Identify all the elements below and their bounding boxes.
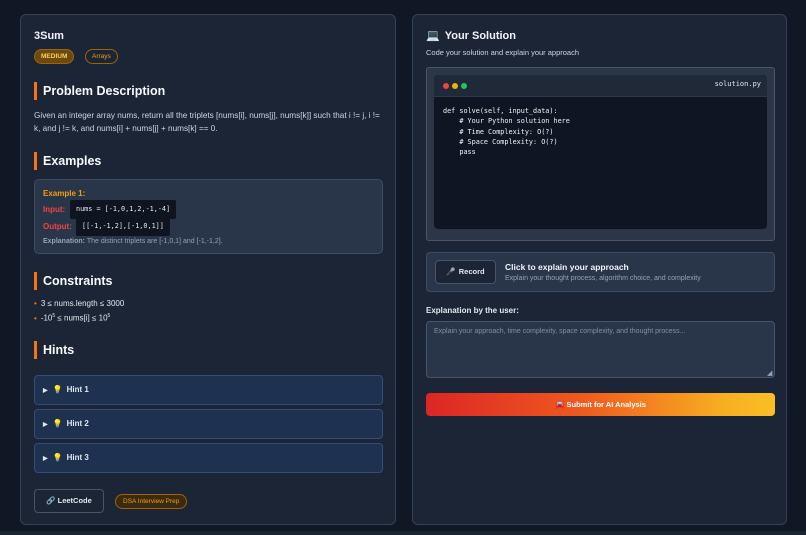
examples-heading: Examples [34,152,101,170]
window-close-dot [443,83,449,89]
leetcode-link-button[interactable]: 🔗 LeetCode [34,489,104,513]
voice-record-panel: 🎤 Record Click to explain your approach E… [426,252,775,292]
lightbulb-icon: 💡 [52,385,63,394]
example-title: Example 1: [43,189,86,198]
bottom-divider [0,531,806,535]
solution-title: 💻 Your Solution [426,30,516,42]
window-minimize-dot [452,83,458,89]
code-editor-frame: solution.py def solve(self, input_data):… [426,67,775,241]
lightbulb-icon: 💡 [52,419,63,428]
code-editor[interactable]: solution.py def solve(self, input_data):… [434,75,767,229]
resize-grip-icon[interactable]: ◢ [767,370,772,377]
link-icon: 🔗 [46,496,56,505]
record-subtitle: Explain your thought process, algorithm … [505,275,701,282]
mic-icon: 🎤 [446,267,456,276]
source-tag: DSA Interview Prep [115,494,188,509]
example-card: Example 1: Input: nums = [-1,0,1,2,-1,-4… [34,179,383,254]
problem-panel: 3Sum MEDIUM Arrays Problem Description G… [20,14,396,525]
solution-panel: 💻 Your Solution Code your solution and ex… [412,14,787,525]
constraint-item: • 3 ≤ nums.length ≤ 3000 [34,299,125,308]
example-output-label: Output: [43,222,72,231]
example-output-code: [[-1,-1,2],[-1,0,1]] [76,217,170,236]
constraints-heading: Constraints [34,272,112,290]
lightbulb-icon: 💡 [52,453,63,462]
hint-toggle-2[interactable]: ▶ 💡 Hint 2 [34,409,383,439]
record-button[interactable]: 🎤 Record [435,260,496,284]
window-maximize-dot [461,83,467,89]
caret-right-icon: ▶ [43,456,48,462]
problem-title: 3Sum [34,30,64,42]
difficulty-badge: MEDIUM [34,49,75,64]
submit-analysis-button[interactable]: 🚘 Submit for AI Analysis [426,393,775,416]
hint-toggle-3[interactable]: ▶ 💡 Hint 3 [34,443,383,473]
caret-right-icon: ▶ [43,388,48,394]
description-heading: Problem Description [34,82,165,100]
code-content[interactable]: def solve(self, input_data): # Your Pyth… [443,106,570,157]
hint-toggle-1[interactable]: ▶ 💡 Hint 1 [34,375,383,405]
example-input-label: Input: [43,205,66,214]
record-title: Click to explain your approach [505,262,629,272]
example-explanation: Explanation: The distinct triplets are [… [43,238,223,245]
laptop-icon: 💻 [426,30,440,42]
problem-description: Given an integer array nums, return all … [34,111,380,133]
caret-right-icon: ▶ [43,422,48,428]
explanation-textarea[interactable] [426,321,775,378]
editor-filename: solution.py [714,80,761,88]
constraint-item: • -105 ≤ nums[i] ≤ 105 [34,313,111,323]
topic-badge: Arrays [85,49,118,64]
editor-titlebar: solution.py [434,75,767,97]
hints-heading: Hints [34,341,74,359]
explanation-label: Explanation by the user: [426,306,519,315]
car-icon: 🚘 [555,400,565,409]
solution-subtitle: Code your solution and explain your appr… [426,48,580,57]
